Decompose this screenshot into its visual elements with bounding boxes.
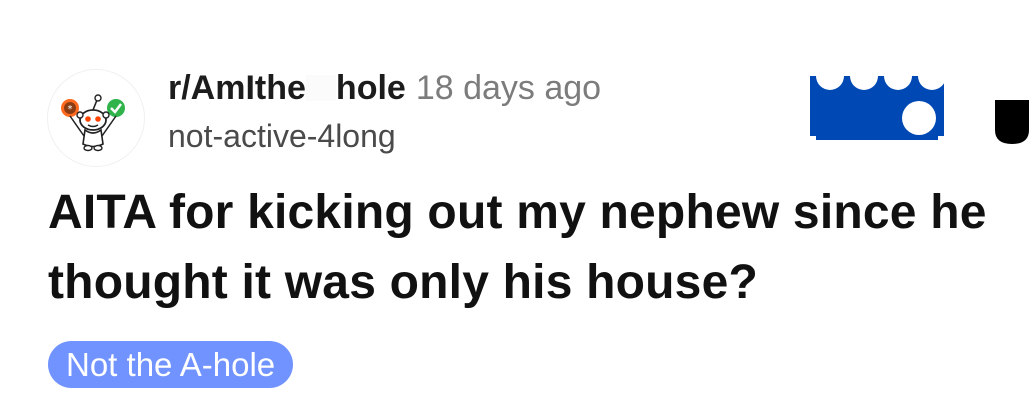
author-link[interactable]: not-active-4long (168, 116, 601, 156)
join-button[interactable] (810, 76, 944, 144)
subreddit-link[interactable]: r/AmIthe hole (168, 69, 406, 107)
subreddit-prefix: r/AmIthe (168, 69, 306, 107)
post-header: * r/AmIthe hole 18 days ago not-active-4… (48, 60, 1035, 170)
post-meta: r/AmIthe hole 18 days ago not-active-4long (168, 68, 601, 156)
post-time: 18 days ago (415, 69, 602, 107)
more-options-icon[interactable] (989, 98, 1035, 146)
snoo-avatar-icon[interactable]: * (48, 70, 144, 166)
post-flair[interactable]: Not the A-hole (48, 341, 294, 388)
post-title[interactable]: AITA for kicking out my nephew since he … (48, 178, 1008, 318)
subreddit-suffix: hole (335, 69, 406, 107)
meta-line: r/AmIthe hole 18 days ago (168, 68, 601, 108)
svg-text:*: * (68, 104, 73, 115)
redaction-mark (305, 75, 336, 101)
